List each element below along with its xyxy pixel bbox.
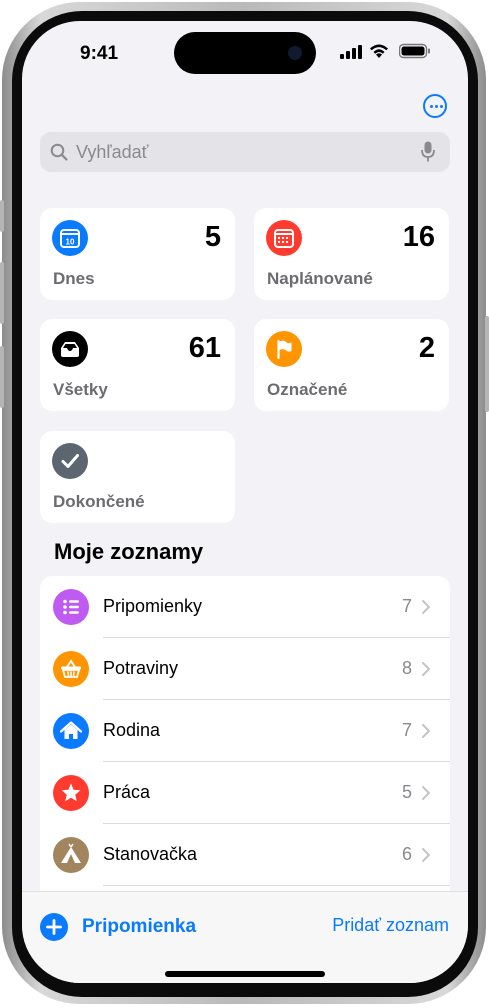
- list-item-count: 7: [401, 720, 412, 740]
- list-item-count: 5: [401, 782, 412, 802]
- all-count: 61: [188, 332, 221, 364]
- star-icon: [53, 775, 89, 811]
- smart-list-today[interactable]: 10 5 Dnes: [40, 208, 235, 300]
- volume-up-button: [0, 262, 4, 324]
- my-lists-heading: Moje zoznamy: [54, 539, 204, 564]
- flagged-count: 2: [418, 332, 435, 364]
- list-bullet-icon: [53, 589, 89, 625]
- chevron-right-icon: [422, 786, 430, 800]
- list-item-name: Pripomienky: [103, 596, 203, 616]
- screen: 9:41 Vyhľadať 10 5 Dnes 16 Naplánované 6…: [22, 21, 468, 983]
- calendar-today-icon: 10: [52, 220, 88, 256]
- checkmark-icon: [52, 443, 88, 479]
- tray-icon: [52, 331, 88, 367]
- chevron-right-icon: [422, 662, 430, 676]
- action-button: [0, 200, 4, 232]
- tent-icon: [53, 837, 89, 873]
- chevron-right-icon: [422, 848, 430, 862]
- search-icon: [50, 143, 68, 161]
- scheduled-count: 16: [402, 221, 435, 253]
- status-time: 9:41: [80, 43, 119, 64]
- today-count: 5: [204, 221, 221, 253]
- list-item-name: Potraviny: [103, 658, 179, 678]
- more-options-button[interactable]: [423, 94, 447, 118]
- flagged-label: Označené: [267, 380, 348, 399]
- volume-down-button: [0, 346, 4, 408]
- side-button: [485, 316, 489, 412]
- scheduled-label: Naplánované: [267, 269, 373, 288]
- basket-icon: [53, 651, 89, 687]
- calendar-grid-icon: [266, 220, 302, 256]
- add-list-button[interactable]: Pridať zoznam: [332, 915, 449, 936]
- plus-circle-icon: [40, 913, 68, 941]
- cellular-signal-icon: [340, 45, 362, 59]
- list-item-potraviny[interactable]: Potraviny 8: [40, 638, 450, 700]
- battery-icon: [399, 43, 430, 59]
- microphone-icon[interactable]: [421, 141, 435, 163]
- list-item-pripomienky[interactable]: Pripomienky 7: [40, 576, 450, 638]
- dynamic-island: [174, 32, 316, 74]
- today-label: Dnes: [53, 269, 95, 288]
- smart-list-scheduled[interactable]: 16 Naplánované: [254, 208, 449, 300]
- list-item-name: Stanovačka: [103, 844, 198, 864]
- bottom-toolbar: Pripomienka Pridať zoznam: [22, 891, 468, 983]
- status-bar: 9:41: [22, 21, 468, 81]
- wifi-icon: [370, 44, 388, 58]
- list-item-name: Rodina: [103, 720, 161, 740]
- list-item-stanovacka[interactable]: Stanovačka 6: [40, 824, 450, 886]
- new-reminder-label: Pripomienka: [82, 916, 197, 937]
- list-item-rodina[interactable]: Rodina 7: [40, 700, 450, 762]
- home-indicator[interactable]: [165, 971, 325, 977]
- chevron-right-icon: [422, 724, 430, 738]
- flag-icon: [266, 331, 302, 367]
- list-item-name: Práca: [103, 782, 151, 802]
- chevron-right-icon: [422, 600, 430, 614]
- list-item-count: 6: [401, 844, 412, 864]
- search-field[interactable]: Vyhľadať: [40, 132, 450, 172]
- smart-list-completed[interactable]: Dokončené: [40, 431, 235, 523]
- my-lists: Pripomienky 7 Potraviny 8 Rodina 7 Práca…: [40, 576, 450, 906]
- smart-list-flagged[interactable]: 2 Označené: [254, 319, 449, 411]
- list-item-count: 8: [401, 658, 412, 678]
- calendar-day-label: 10: [66, 238, 75, 247]
- house-icon: [53, 713, 89, 749]
- completed-label: Dokončené: [53, 492, 145, 511]
- list-item-praca[interactable]: Práca 5: [40, 762, 450, 824]
- search-placeholder: Vyhľadať: [76, 142, 149, 162]
- all-label: Všetky: [53, 380, 108, 399]
- list-item-count: 7: [401, 596, 412, 616]
- smart-list-all[interactable]: 61 Všetky: [40, 319, 235, 411]
